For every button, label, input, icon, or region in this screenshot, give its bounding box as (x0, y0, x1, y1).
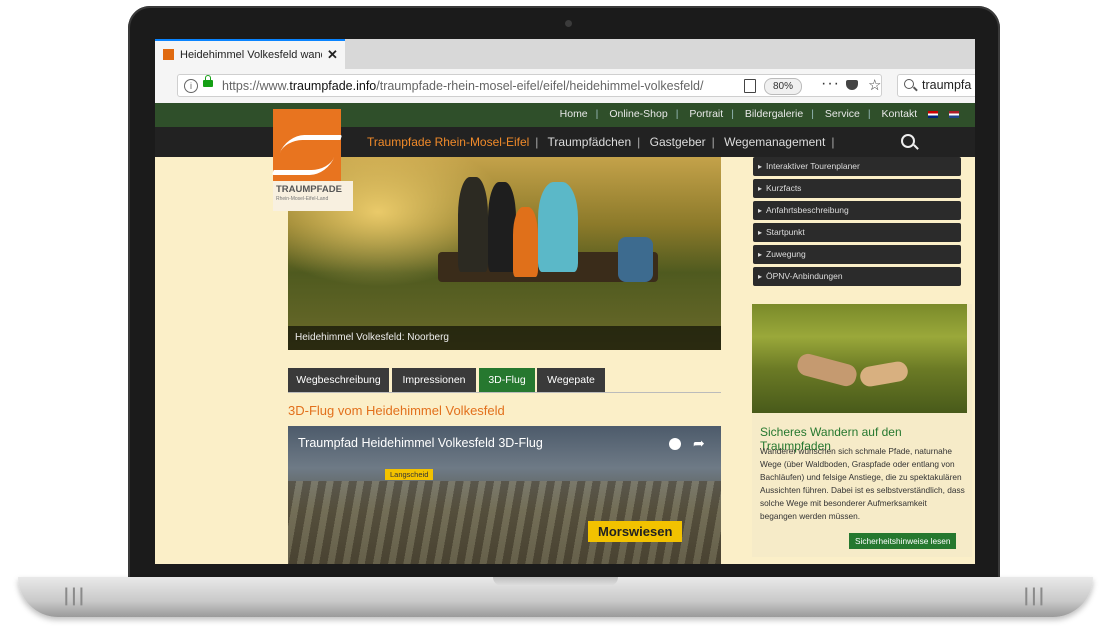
right-grille: ||| (1023, 585, 1046, 606)
watch-later-icon[interactable] (669, 438, 681, 450)
main-nav-wegemanagement[interactable]: Wegemanagement (724, 135, 825, 149)
favicon-icon (163, 49, 174, 60)
close-tab-icon[interactable]: ✕ (327, 47, 338, 63)
person-child (513, 207, 538, 277)
left-grille: ||| (63, 585, 86, 606)
sidebar-link-tourenplaner[interactable]: Interaktiver Tourenplaner (753, 157, 961, 176)
safety-photo (752, 304, 967, 413)
person-woman (488, 182, 516, 272)
browser-search-input[interactable]: traumpfa (897, 74, 975, 97)
top-nav-home[interactable]: Home (560, 108, 588, 120)
url-path: /traumpfade-rhein-mosel-eifel/eifel/heid… (376, 79, 704, 93)
tab-divider (288, 392, 721, 393)
flight-heading: 3D-Flug vom Heidehimmel Volkesfeld (288, 403, 505, 418)
sidebar-link-anfahrt[interactable]: Anfahrtsbeschreibung (753, 201, 961, 220)
hiker-2 (858, 359, 910, 389)
top-nav-portrait[interactable]: Portrait (689, 108, 723, 120)
sidebar-link-oepnv[interactable]: ÖPNV-Anbindungen (753, 267, 961, 286)
url-text: https://www.traumpfade.info/traumpfade-r… (222, 79, 703, 93)
main-nav-items: Traumpfade Rhein-Mosel-Eifel | Traumpfädc… (367, 135, 835, 149)
share-icon[interactable]: ➦ (693, 435, 705, 452)
bookmark-star-icon[interactable]: ☆ (868, 76, 881, 94)
logo-subtext: Rhein-Mosel-Eifel-Land (276, 196, 329, 202)
laptop-notch (493, 577, 618, 586)
tab-title: Heidehimmel Volkesfeld wande (180, 49, 322, 61)
screen: Heidehimmel Volkesfeld wande ✕ i https:/… (155, 39, 975, 564)
flag-nl-icon[interactable] (949, 110, 959, 118)
tab-wegbeschreibung[interactable]: Wegbeschreibung (288, 368, 389, 392)
map-label-big: Morswiesen (588, 521, 683, 542)
flag-en-icon[interactable] (928, 110, 939, 118)
video-title[interactable]: Traumpfad Heidehimmel Volkesfeld 3D-Flug (298, 436, 543, 450)
top-nav-gallery[interactable]: Bildergalerie (745, 108, 803, 120)
tab-impressionen[interactable]: Impressionen (392, 368, 476, 392)
logo-swirl (271, 135, 343, 175)
tab-wegepate[interactable]: Wegepate (537, 368, 605, 392)
url-prefix: https://www. (222, 79, 290, 93)
top-nav-service[interactable]: Service (825, 108, 860, 120)
map-label-small: Langscheid (385, 469, 434, 480)
zoom-level[interactable]: 80% (764, 78, 802, 95)
person-girl (538, 182, 578, 272)
sidebar-link-startpunkt[interactable]: Startpunkt (753, 223, 961, 242)
safety-read-button[interactable]: Sicherheitshinweise lesen (849, 533, 957, 549)
search-text: traumpfa (922, 78, 972, 92)
site-search-icon[interactable] (901, 134, 915, 148)
lock-icon[interactable] (203, 75, 213, 87)
main-nav-traumpfaedchen[interactable]: Traumpfädchen (548, 135, 632, 149)
url-domain: traumpfade.info (289, 79, 377, 93)
sidebar-link-zuwegung[interactable]: Zuwegung (753, 245, 961, 264)
main-nav-gastgeber[interactable]: Gastgeber (650, 135, 706, 149)
pocket-icon[interactable] (846, 80, 858, 90)
address-bar[interactable]: i https://www.traumpfade.info/traumpfade… (177, 74, 882, 97)
webcam-icon (565, 20, 572, 27)
top-nav-shop[interactable]: Online-Shop (609, 108, 667, 120)
person-man (458, 177, 488, 272)
reader-view-icon[interactable] (744, 79, 756, 93)
backpack (618, 237, 653, 282)
browser-toolbar: i https://www.traumpfade.info/traumpfade… (155, 69, 975, 104)
more-actions-icon[interactable]: ··· (821, 75, 840, 93)
info-icon[interactable]: i (184, 79, 198, 93)
browser-tab-bar: Heidehimmel Volkesfeld wande ✕ (155, 39, 975, 69)
search-icon (904, 79, 914, 89)
browser-tab[interactable]: Heidehimmel Volkesfeld wande ✕ (155, 39, 345, 69)
sidebar-link-kurzfacts[interactable]: Kurzfacts (753, 179, 961, 198)
site-logo[interactable]: TRAUMPFADE Rhein-Mosel-Eifel-Land (271, 109, 353, 211)
tab-3d-flug[interactable]: 3D-Flug (479, 368, 535, 392)
video-player[interactable]: Traumpfad Heidehimmel Volkesfeld 3D-Flug… (288, 426, 721, 564)
hiker-1 (795, 351, 859, 389)
hero-caption: Heidehimmel Volkesfeld: Noorberg (288, 326, 721, 350)
top-nav: Home | Online-Shop | Portrait | Bildergaler… (556, 108, 963, 120)
main-nav-traumpfade[interactable]: Traumpfade Rhein-Mosel-Eifel (367, 135, 529, 149)
safety-text: Wanderer wünschen sich schmale Pfade, na… (760, 446, 965, 521)
top-nav-contact[interactable]: Kontakt (882, 108, 918, 120)
laptop-base: ||| ||| (18, 577, 1093, 617)
